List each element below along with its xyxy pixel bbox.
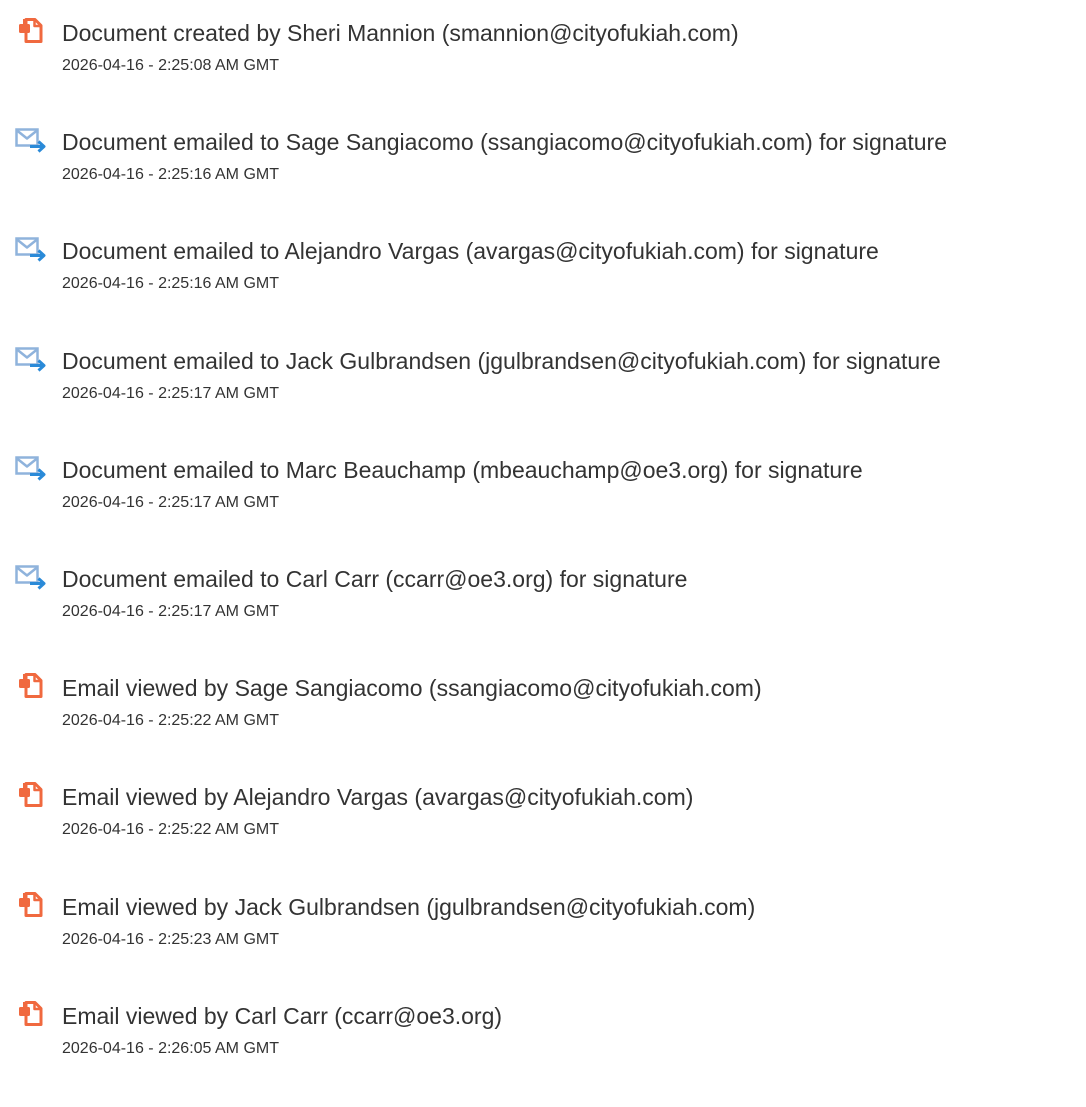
audit-entry: Email viewed by Alejandro Vargas (avarga… — [0, 772, 1086, 852]
email-sent-icon — [14, 344, 48, 374]
email-sent-icon — [14, 234, 48, 264]
entry-timestamp: 2026-04-16 - 2:25:16 AM GMT — [62, 275, 279, 292]
entry-description: Email viewed by Carl Carr (ccarr@oe3.org… — [62, 1003, 503, 1029]
document-icon — [14, 671, 48, 701]
entry-description: Document emailed to Marc Beauchamp (mbea… — [62, 457, 863, 483]
document-icon — [14, 999, 48, 1029]
entry-timestamp: 2026-04-16 - 2:25:23 AM GMT — [62, 931, 279, 948]
audit-entry: Email viewed by Carl Carr (ccarr@oe3.org… — [0, 991, 1086, 1071]
entry-description: Email viewed by Jack Gulbrandsen (jgulbr… — [62, 894, 756, 920]
entry-description: Document created by Sheri Mannion (smann… — [62, 20, 739, 46]
entry-timestamp: 2026-04-16 - 2:25:17 AM GMT — [62, 385, 279, 402]
audit-entry: Document created by Sheri Mannion (smann… — [0, 8, 1086, 88]
audit-entry: Document emailed to Jack Gulbrandsen (jg… — [0, 336, 1086, 416]
document-icon — [14, 890, 48, 920]
entry-timestamp: 2026-04-16 - 2:26:05 AM GMT — [62, 1040, 279, 1057]
audit-entry: Document emailed to Carl Carr (ccarr@oe3… — [0, 554, 1086, 634]
entry-description: Email viewed by Alejandro Vargas (avarga… — [62, 784, 694, 810]
entry-timestamp: 2026-04-16 - 2:25:17 AM GMT — [62, 494, 279, 511]
audit-entry: Email viewed by Sage Sangiacomo (ssangia… — [0, 663, 1086, 743]
audit-entry: Document emailed to Marc Beauchamp (mbea… — [0, 445, 1086, 525]
audit-entry: Email viewed by Jack Gulbrandsen (jgulbr… — [0, 882, 1086, 962]
entry-description: Document emailed to Carl Carr (ccarr@oe3… — [62, 566, 688, 592]
entry-timestamp: 2026-04-16 - 2:25:16 AM GMT — [62, 166, 279, 183]
email-sent-icon — [14, 125, 48, 155]
entry-timestamp: 2026-04-16 - 2:25:17 AM GMT — [62, 603, 279, 620]
entry-description: Document emailed to Sage Sangiacomo (ssa… — [62, 129, 948, 155]
entry-description: Document emailed to Alejandro Vargas (av… — [62, 238, 879, 264]
entry-timestamp: 2026-04-16 - 2:25:22 AM GMT — [62, 712, 279, 729]
audit-entry: Document emailed to Sage Sangiacomo (ssa… — [0, 117, 1086, 197]
document-icon — [14, 16, 48, 46]
email-sent-icon — [14, 562, 48, 592]
email-sent-icon — [14, 453, 48, 483]
entry-timestamp: 2026-04-16 - 2:25:22 AM GMT — [62, 821, 279, 838]
entry-description: Document emailed to Jack Gulbrandsen (jg… — [62, 348, 941, 374]
document-icon — [14, 780, 48, 810]
entry-timestamp: 2026-04-16 - 2:25:08 AM GMT — [62, 57, 279, 74]
audit-entry: Document emailed to Alejandro Vargas (av… — [0, 226, 1086, 306]
entry-description: Email viewed by Sage Sangiacomo (ssangia… — [62, 675, 762, 701]
